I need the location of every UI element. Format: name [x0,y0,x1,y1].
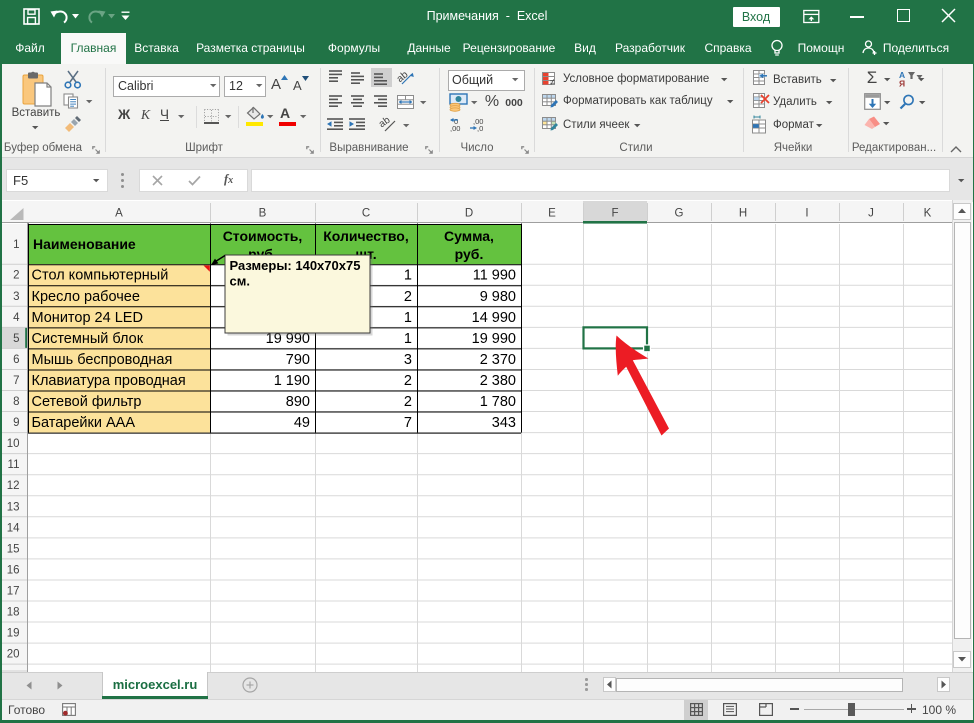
svg-text:14: 14 [7,522,20,534]
svg-text:11: 11 [8,459,20,471]
svg-text:12: 12 [7,480,20,492]
svg-text:E: E [548,208,556,220]
svg-text:K: K [924,208,932,220]
svg-text:16: 16 [7,564,20,576]
svg-text:2: 2 [13,270,19,282]
svg-text:Я: Я [899,79,905,89]
svg-text:1: 1 [404,310,412,326]
svg-text:2 370: 2 370 [480,352,516,368]
svg-text:19: 19 [7,628,20,640]
svg-text:1: 1 [404,268,412,284]
svg-text:11 990: 11 990 [473,268,516,284]
svg-text:20: 20 [7,649,20,661]
svg-text:F: F [611,208,618,220]
svg-text:см.: см. [230,274,250,289]
svg-text:руб.: руб. [455,246,484,262]
svg-text:6: 6 [13,354,19,366]
svg-text:Сумма,: Сумма, [444,228,494,244]
svg-text:Мышь беспроводная: Мышь беспроводная [32,352,173,368]
svg-text:7: 7 [404,415,412,431]
svg-text:2: 2 [404,373,412,389]
svg-text:8: 8 [13,396,19,408]
svg-text:Количество,: Количество, [323,228,408,244]
svg-text:1: 1 [13,239,19,251]
svg-text:1 780: 1 780 [480,394,516,410]
svg-text:10: 10 [7,438,20,450]
svg-text:,0: ,0 [477,124,483,133]
svg-text:9: 9 [13,417,19,429]
svg-text:Сетевой фильтр: Сетевой фильтр [32,394,142,410]
svg-text:G: G [675,208,684,220]
svg-text:15: 15 [7,543,20,555]
svg-text:3: 3 [13,291,19,303]
svg-text:H: H [739,208,747,220]
svg-text:1 190: 1 190 [274,373,310,389]
svg-text:Системный блок: Системный блок [32,331,144,347]
svg-text:3: 3 [404,352,412,368]
svg-text:790: 790 [286,352,310,368]
svg-text:18: 18 [7,607,20,619]
svg-text:I: I [805,208,808,220]
svg-text:14 990: 14 990 [472,310,516,326]
svg-text:D: D [465,208,473,220]
svg-text:J: J [868,208,874,220]
svg-text:9 980: 9 980 [480,289,516,305]
svg-text:≠: ≠ [550,77,555,87]
svg-text:17: 17 [7,585,20,597]
svg-text:,00: ,00 [450,124,460,133]
svg-text:Стол компьютерный: Стол компьютерный [32,268,169,284]
svg-text:1: 1 [404,331,412,347]
svg-text:5: 5 [13,333,19,345]
svg-text:890: 890 [286,394,310,410]
svg-text:2 380: 2 380 [480,373,516,389]
svg-text:Батарейки ААА: Батарейки ААА [32,415,136,431]
svg-text:A: A [115,208,123,220]
svg-text:Кресло рабочее: Кресло рабочее [32,289,140,305]
svg-text:19 990: 19 990 [472,331,516,347]
svg-text:Монитор 24 LED: Монитор 24 LED [32,310,143,326]
svg-text:Размеры: 140х70х75: Размеры: 140х70х75 [230,258,361,273]
svg-text:Стоимость,: Стоимость, [223,228,303,244]
svg-text:49: 49 [294,415,310,431]
svg-text:Клавиатура проводная: Клавиатура проводная [32,373,186,389]
svg-text:2: 2 [404,289,412,305]
svg-text:7: 7 [13,375,19,387]
svg-text:B: B [259,208,267,220]
svg-text:343: 343 [492,415,516,431]
svg-text:2: 2 [404,394,412,410]
svg-text:Наименование: Наименование [33,236,136,252]
svg-text:13: 13 [7,501,20,513]
svg-text:4: 4 [13,312,20,324]
svg-text:C: C [362,208,370,220]
